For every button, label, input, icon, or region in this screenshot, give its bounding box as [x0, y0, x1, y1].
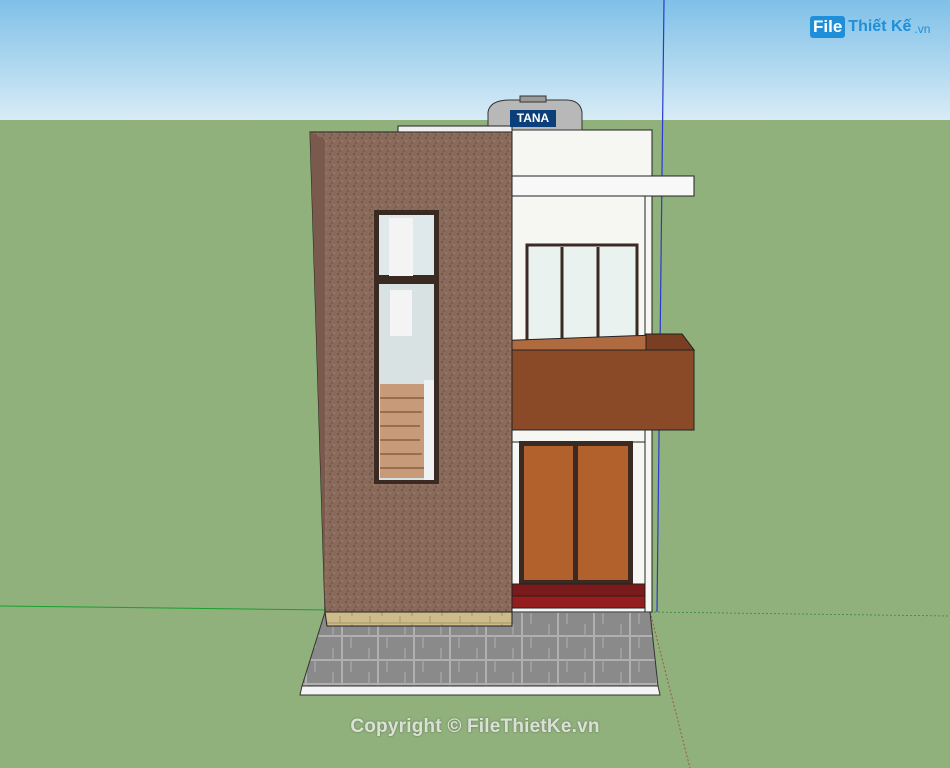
stone-base-band: [324, 611, 513, 627]
site-logo[interactable]: File Thiết Kế .vn: [810, 12, 930, 42]
base-edge: [299, 685, 661, 696]
tank-brand-label: TANA: [510, 110, 556, 127]
blue-axis: [656, 0, 665, 613]
roof-slab: [511, 175, 695, 197]
door-right-leaf: [578, 446, 628, 580]
entrance-step: [511, 583, 646, 597]
door-left-leaf: [524, 446, 573, 580]
green-axis-dashed: [649, 611, 950, 617]
logo-suffix: .vn: [914, 22, 931, 36]
green-axis: [0, 605, 331, 611]
logo-text: Thiết Kế: [848, 18, 912, 35]
house-model[interactable]: [0, 0, 950, 768]
copyright-watermark: Copyright © FileThietKe.vn: [350, 716, 600, 737]
logo-box: File: [810, 16, 846, 38]
